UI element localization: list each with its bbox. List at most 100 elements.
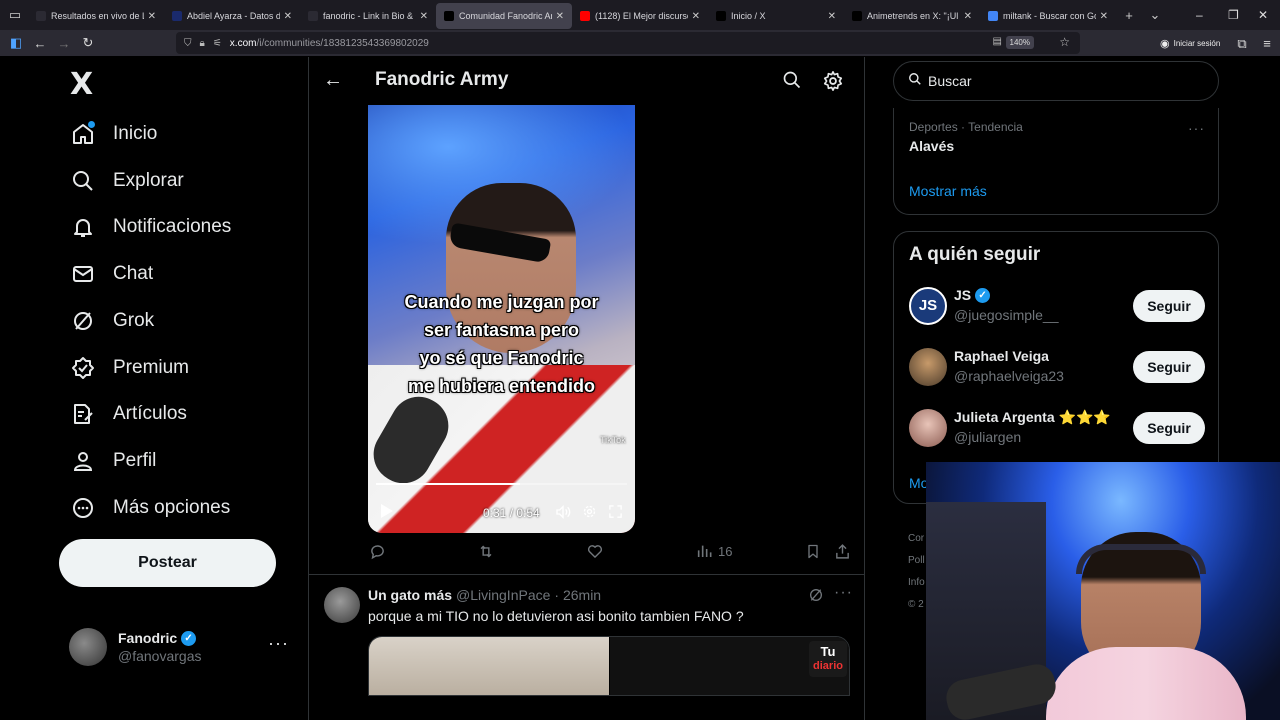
new-tab-button[interactable]: + bbox=[1116, 8, 1142, 23]
url-bar[interactable]: ⛉ 🔒︎ ⚟ x.com/i/communities/1838123543369… bbox=[176, 32, 1080, 54]
follow-button[interactable]: Seguir bbox=[1133, 351, 1205, 383]
nav-item-notificaciones[interactable]: Notificaciones bbox=[70, 207, 231, 247]
x-logo-icon[interactable]: X bbox=[70, 67, 93, 102]
footer-link[interactable]: Cor bbox=[908, 528, 925, 550]
footer-link[interactable]: © 2 bbox=[908, 594, 925, 616]
play-icon[interactable] bbox=[380, 503, 394, 524]
reply-icon[interactable] bbox=[369, 543, 386, 560]
like-icon[interactable] bbox=[586, 543, 604, 560]
search-input[interactable]: Buscar bbox=[893, 61, 1219, 101]
more-dots-icon[interactable]: ··· bbox=[268, 633, 289, 654]
grok-icon[interactable] bbox=[808, 587, 824, 608]
show-more-link[interactable]: Mostrar más bbox=[909, 183, 987, 199]
video-progress-bar[interactable] bbox=[376, 483, 627, 485]
nav-item-mas-opciones[interactable]: Más opciones bbox=[70, 488, 230, 528]
browser-tab[interactable]: Inicio / X ✕ bbox=[708, 3, 844, 29]
tweet-time[interactable]: · 26min bbox=[554, 587, 601, 603]
follow-button[interactable]: Seguir bbox=[1133, 412, 1205, 444]
volume-icon[interactable] bbox=[555, 504, 571, 525]
close-window-icon[interactable]: ✕ bbox=[1258, 8, 1268, 22]
share-icon[interactable] bbox=[834, 543, 851, 560]
video-player[interactable]: Cuando me juzgan por ser fantasma pero y… bbox=[368, 105, 635, 533]
suggestion-name-row: Julieta Argenta ⭐⭐⭐ bbox=[954, 409, 1111, 426]
trend-name[interactable]: Alavés bbox=[909, 138, 954, 154]
gear-icon[interactable] bbox=[822, 70, 844, 97]
avatar[interactable] bbox=[324, 587, 360, 623]
tab-title: fanodric - Link in Bio & Cre bbox=[323, 11, 416, 21]
reader-view-icon[interactable]: ▤ bbox=[993, 36, 1002, 47]
bookmark-star-icon[interactable]: ☆ bbox=[1059, 35, 1070, 49]
caption-line: me hubiera entendido bbox=[407, 376, 596, 396]
avatar[interactable] bbox=[909, 409, 947, 447]
account-handle: @fanovargas bbox=[118, 648, 202, 664]
close-tab-icon[interactable]: ✕ bbox=[284, 11, 292, 22]
menu-icon[interactable]: ≡ bbox=[1255, 36, 1279, 51]
nav-label: Artículos bbox=[113, 403, 187, 424]
nav-item-explorar[interactable]: Explorar bbox=[70, 161, 184, 201]
minimize-icon[interactable]: – bbox=[1196, 8, 1203, 22]
tab-list-icon[interactable]: ▭ bbox=[2, 7, 28, 23]
close-tab-icon[interactable]: ✕ bbox=[420, 11, 428, 22]
back-icon[interactable]: ← bbox=[28, 36, 52, 51]
footer-link[interactable]: Poll bbox=[908, 550, 925, 572]
nav-item-articulos[interactable]: Artículos bbox=[70, 394, 187, 434]
more-circle-icon bbox=[70, 495, 96, 521]
restore-icon[interactable]: ❐ bbox=[1228, 8, 1239, 22]
fullscreen-icon[interactable] bbox=[608, 504, 623, 524]
browser-tab[interactable]: miltank - Buscar con Googl ✕ bbox=[980, 3, 1116, 29]
browser-tab[interactable]: Resultados en vivo de Liga ✕ bbox=[28, 3, 164, 29]
community-search-icon[interactable] bbox=[782, 70, 802, 95]
post-button[interactable]: Postear bbox=[59, 539, 276, 587]
footer-link[interactable]: Info bbox=[908, 572, 925, 594]
nav-item-perfil[interactable]: Perfil bbox=[70, 441, 156, 481]
repost-icon[interactable] bbox=[477, 543, 495, 560]
video-settings-icon[interactable] bbox=[582, 504, 597, 524]
close-tab-icon[interactable]: ✕ bbox=[556, 11, 564, 22]
tweet-author-handle[interactable]: @LivingInPace bbox=[456, 587, 550, 603]
close-tab-icon[interactable]: ✕ bbox=[692, 11, 700, 22]
account-switcher[interactable]: Fanodric ✓ @fanovargas ··· bbox=[69, 625, 289, 669]
shield-icon[interactable]: ⛉ bbox=[184, 38, 192, 49]
tweet-media[interactable]: Tu diario bbox=[368, 636, 850, 696]
more-dots-icon[interactable]: ··· bbox=[834, 584, 853, 602]
views-stat[interactable]: 16 bbox=[696, 543, 732, 559]
media-image[interactable]: Tu diario bbox=[610, 637, 849, 695]
lock-icon[interactable]: 🔒︎ bbox=[200, 38, 205, 49]
browser-tab[interactable]: (1128) El Mejor discurso de ✕ bbox=[572, 3, 708, 29]
nav-item-premium[interactable]: Premium bbox=[70, 348, 189, 388]
avatar[interactable]: JS bbox=[909, 287, 947, 325]
tab-overflow-chevron-icon[interactable]: ⌄ bbox=[1142, 7, 1168, 23]
search-icon bbox=[70, 168, 96, 194]
back-arrow-icon[interactable]: ← bbox=[323, 69, 343, 92]
account-name-row: Fanodric ✓ bbox=[118, 630, 201, 646]
sidebar-toggle-icon[interactable]: ◧ bbox=[4, 35, 28, 51]
follow-suggestion[interactable]: Julieta Argenta ⭐⭐⭐ @juliargen Seguir bbox=[909, 409, 1205, 449]
notification-dot bbox=[88, 121, 95, 128]
sign-in-button[interactable]: ◉ Iniciar sesión bbox=[1160, 37, 1220, 50]
tweet[interactable]: Un gato más @LivingInPace · 26min porque… bbox=[309, 575, 864, 720]
follow-button[interactable]: Seguir bbox=[1133, 290, 1205, 322]
nav-item-inicio[interactable]: Inicio bbox=[70, 114, 157, 154]
follow-suggestion[interactable]: Raphael Veiga @raphaelveiga23 Seguir bbox=[909, 348, 1205, 388]
nav-item-grok[interactable]: Grok bbox=[70, 301, 154, 341]
close-tab-icon[interactable]: ✕ bbox=[964, 11, 972, 22]
bookmark-icon[interactable] bbox=[805, 543, 821, 560]
zoom-level[interactable]: 140% bbox=[1005, 36, 1034, 49]
tweet-author-name[interactable]: Un gato más bbox=[368, 587, 452, 603]
browser-tab[interactable]: Comunidad Fanodric Army ✕ bbox=[436, 3, 572, 29]
more-dots-icon[interactable]: ··· bbox=[1188, 120, 1205, 136]
close-tab-icon[interactable]: ✕ bbox=[1100, 11, 1108, 22]
permissions-icon[interactable]: ⚟ bbox=[213, 38, 222, 49]
forward-icon[interactable]: → bbox=[52, 36, 76, 51]
media-image[interactable] bbox=[369, 637, 609, 695]
browser-tab[interactable]: Abdiel Ayarza - Datos detal ✕ bbox=[164, 3, 300, 29]
close-tab-icon[interactable]: ✕ bbox=[828, 11, 836, 22]
follow-suggestion[interactable]: JS JS ✓ @juegosimple__ Seguir bbox=[909, 287, 1205, 327]
extensions-icon[interactable]: ⧉ bbox=[1230, 36, 1254, 52]
browser-tab[interactable]: Animetrends en X: "¡Ul ✕ bbox=[844, 3, 980, 29]
browser-tab[interactable]: fanodric - Link in Bio & Cre ✕ bbox=[300, 3, 436, 29]
reload-icon[interactable]: ↻ bbox=[76, 35, 100, 51]
close-tab-icon[interactable]: ✕ bbox=[148, 11, 156, 22]
avatar[interactable] bbox=[909, 348, 947, 386]
nav-item-chat[interactable]: Chat bbox=[70, 254, 153, 294]
